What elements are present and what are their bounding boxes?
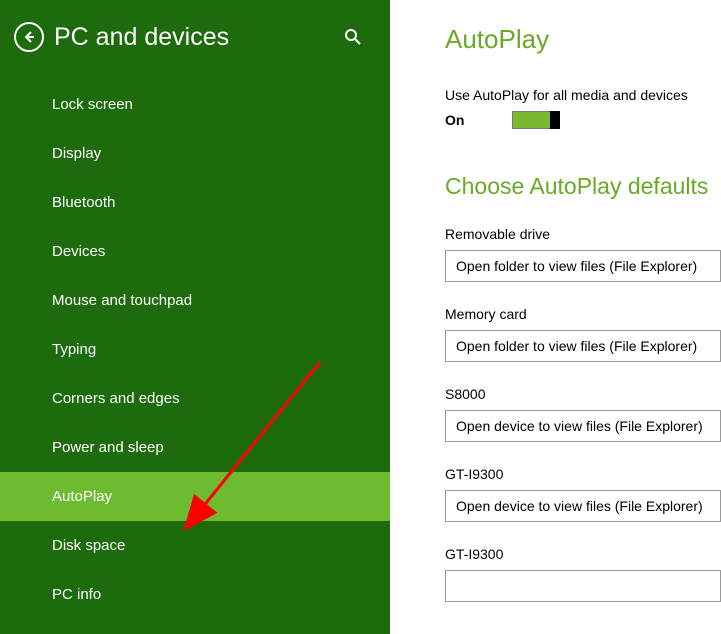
setting-gt-i9300-1: GT-I9300 Open device to view files (File…	[445, 466, 721, 522]
setting-label: GT-I9300	[445, 466, 721, 482]
arrow-left-icon	[22, 30, 36, 44]
sidebar-header: PC and devices	[0, 0, 390, 80]
page-title: AutoPlay	[445, 24, 721, 55]
search-button[interactable]	[344, 28, 362, 51]
sidebar-item-label: Mouse and touchpad	[52, 292, 192, 309]
sidebar-item-label: Lock screen	[52, 96, 133, 113]
select-value: Open folder to view files (File Explorer…	[456, 338, 697, 354]
sidebar-item-corners-edges[interactable]: Corners and edges	[0, 374, 390, 423]
setting-gt-i9300-2: GT-I9300	[445, 546, 721, 602]
sidebar-item-devices[interactable]: Devices	[0, 227, 390, 276]
sidebar-item-label: Bluetooth	[52, 194, 115, 211]
sidebar-item-label: Display	[52, 145, 101, 162]
sidebar-item-pc-info[interactable]: PC info	[0, 570, 390, 619]
setting-s8000: S8000 Open device to view files (File Ex…	[445, 386, 721, 442]
setting-label: Removable drive	[445, 226, 721, 242]
select-removable-drive[interactable]: Open folder to view files (File Explorer…	[445, 250, 721, 282]
select-value: Open device to view files (File Explorer…	[456, 498, 703, 514]
toggle-row: On	[445, 111, 721, 129]
sidebar-item-display[interactable]: Display	[0, 129, 390, 178]
search-icon	[344, 28, 362, 46]
sidebar-item-label: PC info	[52, 586, 101, 603]
sidebar-item-label: AutoPlay	[52, 488, 112, 505]
sidebar-nav: Lock screen Display Bluetooth Devices Mo…	[0, 80, 390, 634]
section-title: Choose AutoPlay defaults	[445, 173, 721, 200]
sidebar-item-label: Corners and edges	[52, 390, 180, 407]
sidebar-item-label: Devices	[52, 243, 105, 260]
select-gt-i9300-2[interactable]	[445, 570, 721, 602]
setting-removable-drive: Removable drive Open folder to view file…	[445, 226, 721, 282]
sidebar-item-typing[interactable]: Typing	[0, 325, 390, 374]
setting-label: S8000	[445, 386, 721, 402]
toggle-label: Use AutoPlay for all media and devices	[445, 87, 721, 103]
sidebar-item-label: Typing	[52, 341, 96, 358]
select-gt-i9300-1[interactable]: Open device to view files (File Explorer…	[445, 490, 721, 522]
sidebar-item-bluetooth[interactable]: Bluetooth	[0, 178, 390, 227]
sidebar-title: PC and devices	[54, 23, 229, 52]
setting-label: GT-I9300	[445, 546, 721, 562]
select-memory-card[interactable]: Open folder to view files (File Explorer…	[445, 330, 721, 362]
toggle-knob	[550, 111, 560, 129]
setting-memory-card: Memory card Open folder to view files (F…	[445, 306, 721, 362]
sidebar-item-power-sleep[interactable]: Power and sleep	[0, 423, 390, 472]
sidebar: PC and devices Lock screen Display Bluet…	[0, 0, 390, 634]
select-value: Open folder to view files (File Explorer…	[456, 258, 697, 274]
sidebar-item-label: Disk space	[52, 537, 125, 554]
main-content: AutoPlay Use AutoPlay for all media and …	[390, 0, 721, 634]
sidebar-item-label: Power and sleep	[52, 439, 164, 456]
setting-label: Memory card	[445, 306, 721, 322]
sidebar-item-autoplay[interactable]: AutoPlay	[0, 472, 390, 521]
sidebar-item-mouse-touchpad[interactable]: Mouse and touchpad	[0, 276, 390, 325]
sidebar-item-disk-space[interactable]: Disk space	[0, 521, 390, 570]
autoplay-toggle[interactable]	[512, 111, 560, 129]
select-s8000[interactable]: Open device to view files (File Explorer…	[445, 410, 721, 442]
select-value: Open device to view files (File Explorer…	[456, 418, 703, 434]
back-button[interactable]	[14, 22, 44, 52]
toggle-state: On	[445, 112, 464, 128]
sidebar-item-lock-screen[interactable]: Lock screen	[0, 80, 390, 129]
